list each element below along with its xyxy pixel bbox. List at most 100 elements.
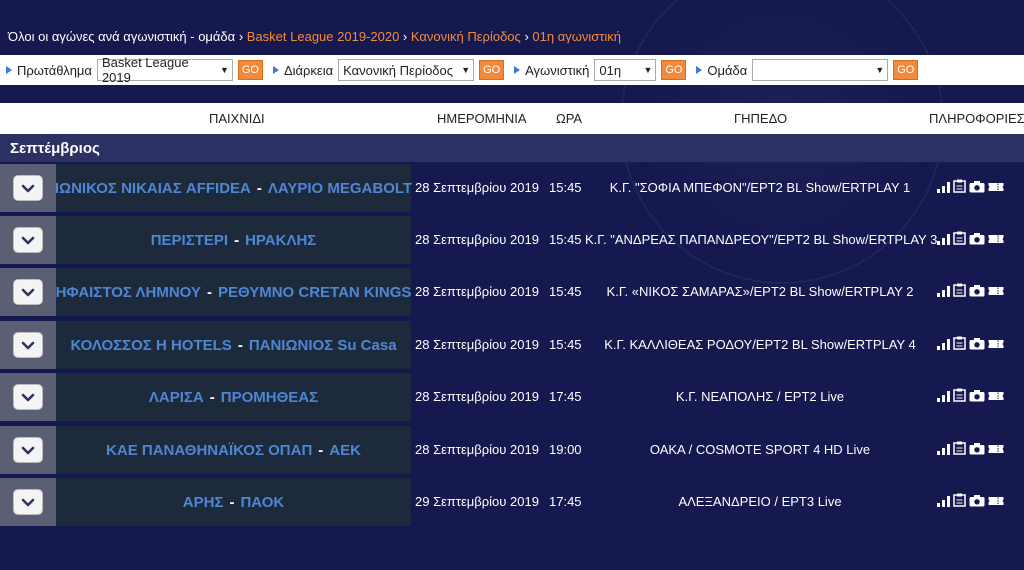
boxscore-icon[interactable] (953, 388, 966, 402)
expand-button[interactable] (13, 332, 43, 358)
breadcrumb-period[interactable]: Κανονική Περίοδος (411, 29, 521, 44)
game-date: 28 Σεπτεμβρίου 2019 (415, 389, 539, 404)
ticket-icon[interactable] (988, 390, 1004, 402)
expand-cell (0, 268, 56, 316)
camera-icon[interactable] (969, 338, 985, 350)
team-go-button[interactable]: GO (893, 60, 919, 80)
game-venue: Κ.Γ. ΝΕΑΠΟΛΗΣ / ΕΡΤ2 Live (675, 389, 845, 404)
stats-icon[interactable] (937, 233, 950, 245)
away-team-link[interactable]: ΠΑΟΚ (240, 494, 284, 511)
game-teams: ΑΡΗΣ - ΠΑΟΚ (56, 478, 411, 526)
away-team-link[interactable]: ΑΕΚ (329, 442, 361, 459)
ticket-icon[interactable] (988, 285, 1004, 297)
info-icons (937, 441, 1004, 455)
ticket-icon[interactable] (988, 338, 1004, 350)
chevron-down-icon: ▼ (643, 65, 653, 75)
round-go-button[interactable]: GO (661, 60, 687, 80)
championship-go-button[interactable]: GO (237, 60, 263, 80)
game-date: 28 Σεπτεμβρίου 2019 (415, 180, 539, 195)
game-venue: ΟΑΚΑ / COSMOTE SPORT 4 HD Live (649, 442, 871, 457)
expand-button[interactable] (13, 437, 43, 463)
expand-button[interactable] (13, 489, 43, 515)
home-team-link[interactable]: ΚΟΛΟΣΣΟΣ Η HOTELS (70, 337, 231, 354)
away-team-link[interactable]: ΗΡΑΚΛΗΣ (245, 232, 316, 249)
expand-button[interactable] (13, 384, 43, 410)
stats-icon[interactable] (937, 390, 950, 402)
championship-select[interactable]: Basket League 2019 ▼ (96, 55, 233, 85)
away-team-link[interactable]: ΛΑΥΡΙΟ MEGABOLT (268, 180, 412, 197)
game-row: ΛΑΡΙΣΑ - ΠΡΟΜΗΘΕΑΣ 28 Σεπτεμβρίου 2019 17:45… (0, 373, 1024, 421)
ticket-icon[interactable] (988, 495, 1004, 507)
boxscore-icon[interactable] (953, 283, 966, 297)
game-time: 19:00 (549, 442, 582, 457)
boxscore-icon[interactable] (953, 493, 966, 507)
home-team-link[interactable]: ΙΩΝΙΚΟΣ ΝΙΚΑΙΑΣ AFFIDEA (55, 180, 251, 197)
stats-icon[interactable] (937, 443, 950, 455)
expand-button[interactable] (13, 227, 43, 253)
expand-cell (0, 164, 56, 212)
chevron-down-icon (21, 341, 35, 350)
stats-icon[interactable] (937, 181, 950, 193)
ticket-icon[interactable] (988, 181, 1004, 193)
game-date: 28 Σεπτεμβρίου 2019 (415, 232, 539, 247)
game-venue: ΑΛΕΞΑΝΔΡΕΙΟ / ΕΡΤ3 Live (678, 494, 842, 509)
chevron-down-icon: ▼ (875, 65, 885, 75)
game-row: ΠΕΡΙΣΤΕΡΙ - ΗΡΑΚΛΗΣ 28 Σεπτεμβρίου 2019 15:4… (0, 216, 1024, 264)
home-team-link[interactable]: ΛΑΡΙΣΑ (149, 389, 204, 406)
teams-separator: - (229, 493, 235, 511)
breadcrumb: Όλοι οι αγώνες ανά αγωνιστική - ομάδα › … (8, 29, 621, 44)
game-date: 29 Σεπτεμβρίου 2019 (415, 494, 539, 509)
camera-icon[interactable] (969, 285, 985, 297)
column-game: ΠΑΙΧΝΙΔΙ (209, 111, 265, 126)
home-team-link[interactable]: ΑΡΗΣ (183, 494, 224, 511)
boxscore-icon[interactable] (953, 231, 966, 245)
team-select[interactable]: ▼ (752, 59, 889, 81)
boxscore-icon[interactable] (953, 336, 966, 350)
chevron-down-icon (21, 288, 35, 297)
arrow-icon (272, 66, 279, 74)
game-row: ΚΟΛΟΣΣΟΣ Η HOTELS - ΠΑΝΙΩΝΙΟΣ Su Casa 28 Σε… (0, 321, 1024, 369)
boxscore-icon[interactable] (953, 441, 966, 455)
duration-go-button[interactable]: GO (479, 60, 505, 80)
expand-button[interactable] (13, 175, 43, 201)
away-team-link[interactable]: ΠΡΟΜΗΘΕΑΣ (221, 389, 318, 406)
away-team-link[interactable]: ΡΕΘΥΜΝΟ CRETAN KINGS (218, 284, 411, 301)
breadcrumb-league[interactable]: Basket League 2019-2020 (247, 29, 400, 44)
expand-button[interactable] (13, 279, 43, 305)
away-team-link[interactable]: ΠΑΝΙΩΝΙΟΣ Su Casa (249, 337, 397, 354)
camera-icon[interactable] (969, 390, 985, 402)
chevron-down-icon (21, 184, 35, 193)
camera-icon[interactable] (969, 495, 985, 507)
ticket-icon[interactable] (988, 233, 1004, 245)
filter-bar: Πρωτάθλημα Basket League 2019 ▼ GO Διάρκ… (0, 55, 1024, 85)
chevron-down-icon (21, 393, 35, 402)
ticket-icon[interactable] (988, 443, 1004, 455)
round-select[interactable]: 01η ▼ (594, 59, 657, 81)
stats-icon[interactable] (937, 338, 950, 350)
breadcrumb-root[interactable]: Όλοι οι αγώνες ανά αγωνιστική - ομάδα (8, 29, 235, 44)
expand-cell (0, 321, 56, 369)
game-time: 17:45 (549, 494, 582, 509)
game-date: 28 Σεπτεμβρίου 2019 (415, 337, 539, 352)
chevron-down-icon: ▼ (461, 65, 471, 75)
boxscore-icon[interactable] (953, 179, 966, 193)
home-team-link[interactable]: ΗΦΑΙΣΤΟΣ ΛΗΜΝΟΥ (56, 284, 201, 301)
game-time: 17:45 (549, 389, 582, 404)
home-team-link[interactable]: ΠΕΡΙΣΤΕΡΙ (151, 232, 228, 249)
camera-icon[interactable] (969, 233, 985, 245)
stats-icon[interactable] (937, 495, 950, 507)
breadcrumb-round[interactable]: 01η αγωνιστική (532, 29, 621, 44)
info-icons (937, 231, 1004, 245)
duration-select[interactable]: Κανονική Περίοδος ▼ (338, 59, 475, 81)
home-team-link[interactable]: ΚΑΕ ΠΑΝΑΘΗΝΑΪΚΟΣ ΟΠΑΠ (106, 442, 312, 459)
duration-filter-label: Διάρκεια (272, 63, 333, 78)
camera-icon[interactable] (969, 181, 985, 193)
stats-icon[interactable] (937, 285, 950, 297)
column-date: ΗΜΕΡΟΜΗΝΙΑ (437, 111, 527, 126)
teams-separator: - (206, 283, 212, 301)
game-row: ΑΡΗΣ - ΠΑΟΚ 29 Σεπτεμβρίου 2019 17:45 ΑΛΕΞΑΝΔ… (0, 478, 1024, 526)
camera-icon[interactable] (969, 443, 985, 455)
chevron-down-icon: ▼ (220, 65, 229, 75)
breadcrumb-separator: › (238, 29, 244, 44)
chevron-down-icon (21, 446, 35, 455)
